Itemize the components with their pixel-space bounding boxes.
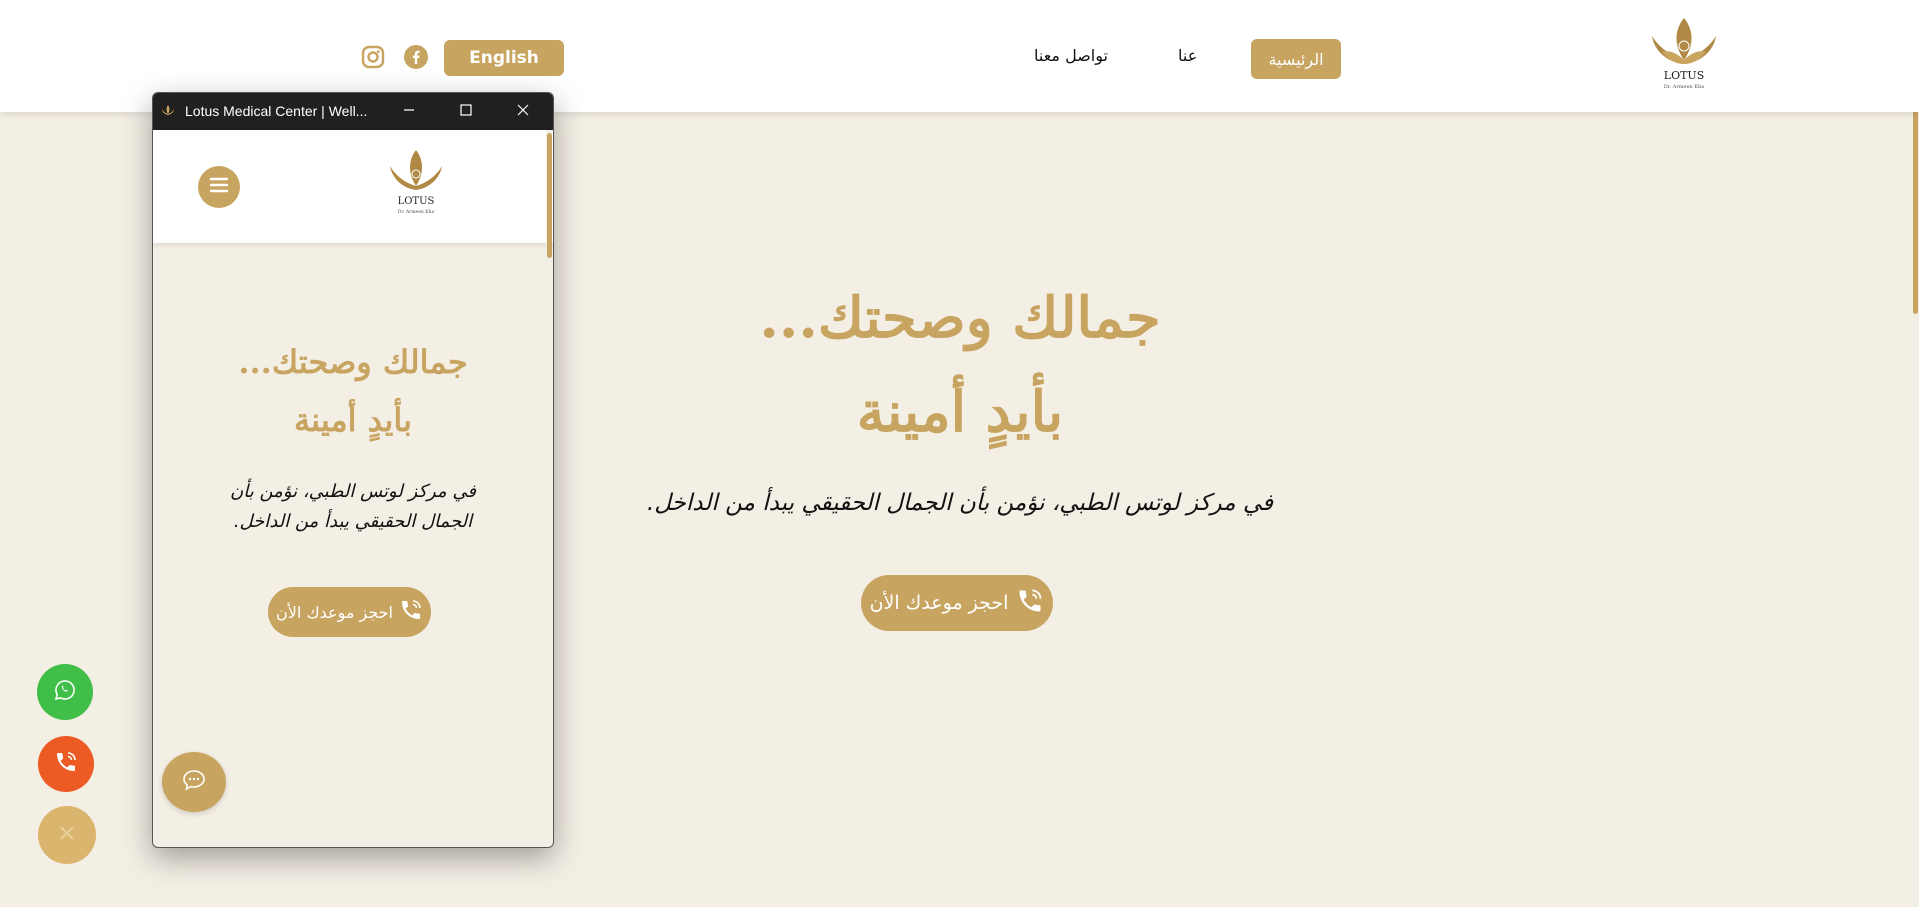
popup-hero-title-line2: بأيدٍ أمينة [294,401,412,439]
call-button[interactable] [38,736,94,792]
hero-title-line2: بأيدٍ أمينة [856,379,1064,445]
hero-title-line1: جمالك وصحتك... [759,285,1161,351]
popup-title: Lotus Medical Center | Well... [185,103,368,119]
minimize-icon [402,102,416,121]
book-appointment-button[interactable]: احجز موعدك الأن [861,575,1053,631]
facebook-icon[interactable] [404,45,428,69]
popup-titlebar[interactable]: Lotus Medical Center | Well... [153,93,553,130]
chat-bubble-icon [181,767,207,797]
popup-subtitle-line2: الجمال الحقيقي يبدأ من الداخل. [233,511,473,532]
svg-text:Dr. Armeen Kha: Dr. Armeen Kha [1664,84,1704,90]
popup-book-appointment-button[interactable]: احجز موعدك الأن [268,587,431,637]
lotus-favicon-icon [161,103,175,117]
menu-button[interactable] [198,166,240,208]
instagram-icon[interactable] [361,45,385,69]
chat-button[interactable] [162,752,226,812]
svg-text:LOTUS: LOTUS [398,196,435,207]
close-icon [516,102,530,121]
close-icon [55,821,79,849]
close-floating-button[interactable] [38,806,96,864]
whatsapp-icon [53,678,77,706]
phone-icon [1016,587,1044,620]
svg-text:Dr. Armeen Kha: Dr. Armeen Kha [398,209,435,215]
popup-window: Lotus Medical Center | Well... LOTUS Dr.… [152,92,554,848]
whatsapp-button[interactable] [37,664,93,720]
popup-hero-subtitle: في مركز لوتس الطبي، نؤمن بأن الجمال الحق… [193,477,513,537]
phone-icon [399,598,423,626]
popup-subtitle-line1: في مركز لوتس الطبي، نؤمن بأن [230,481,476,502]
hamburger-icon [208,174,230,200]
popup-site-header: LOTUS Dr. Armeen Kha [153,130,553,243]
window-close-button[interactable] [503,93,543,130]
popup-scrollbar-thumb[interactable] [547,133,552,258]
nav-contact[interactable]: تواصل معنا [1034,46,1108,65]
maximize-icon [459,102,473,121]
hero-subtitle: في مركز لوتس الطبي، نؤمن بأن الجمال الحق… [646,490,1274,516]
lotus-logo[interactable]: LOTUS Dr. Armeen Kha [1648,16,1720,92]
minimize-button[interactable] [389,93,429,130]
popup-hero-title-line1: جمالك وصحتك... [238,343,468,381]
popup-book-appointment-label: احجز موعدك الأن [276,602,393,622]
phone-icon [54,750,78,778]
maximize-button[interactable] [446,93,486,130]
lotus-logo[interactable]: LOTUS Dr. Armeen Kha [387,148,445,220]
nav-about[interactable]: عنا [1178,46,1197,65]
language-button[interactable]: English [444,40,564,76]
svg-text:LOTUS: LOTUS [1664,69,1704,82]
book-appointment-label: احجز موعدك الأن [869,592,1009,614]
nav-home[interactable]: الرئيسية [1251,39,1341,79]
